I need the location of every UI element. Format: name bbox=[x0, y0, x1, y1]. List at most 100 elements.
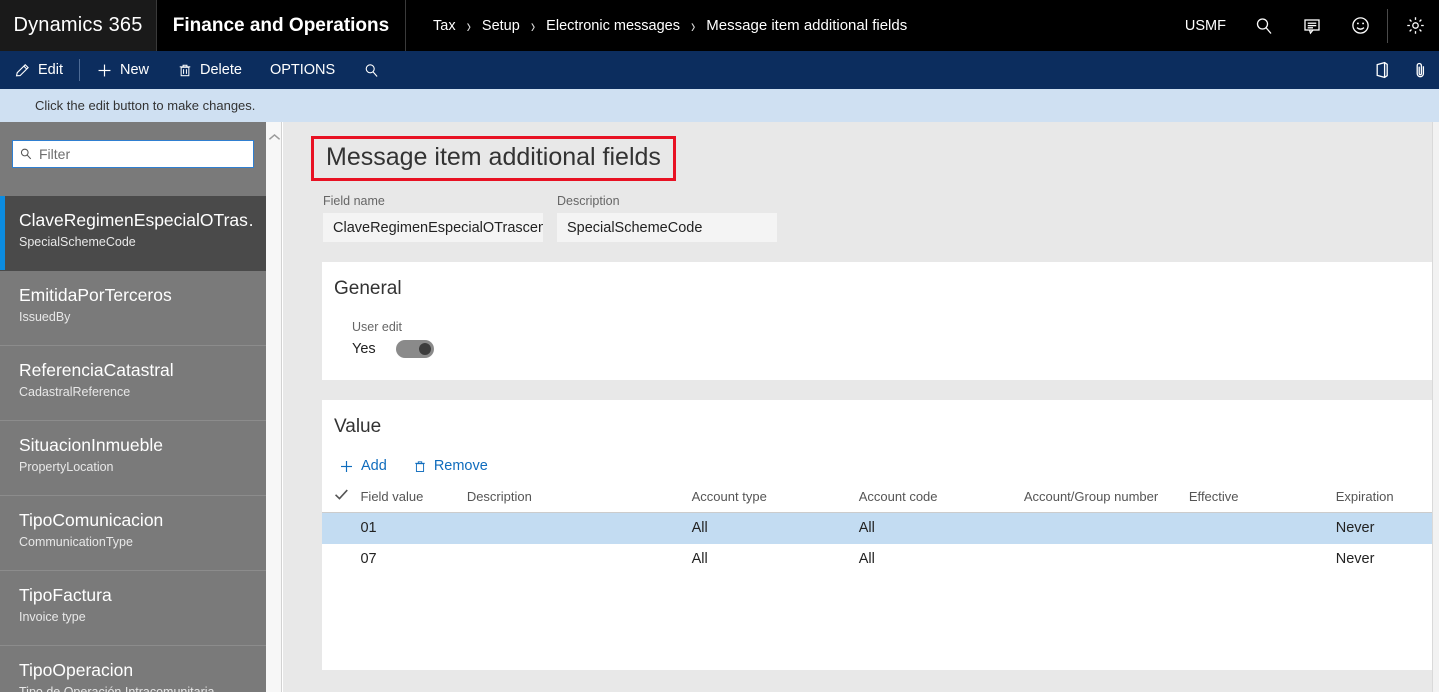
breadcrumb-item-setup[interactable]: Setup bbox=[482, 18, 520, 34]
module-name-button[interactable]: Finance and Operations bbox=[157, 0, 406, 51]
smiley-icon[interactable] bbox=[1336, 0, 1384, 51]
column-header-account-group-number[interactable]: Account/Group number bbox=[1023, 488, 1189, 513]
general-heading: General bbox=[334, 278, 402, 299]
toolbar-divider bbox=[79, 59, 80, 81]
message-bar: Click the edit button to make changes. bbox=[0, 89, 1439, 122]
cell-account-code[interactable]: All bbox=[859, 544, 1024, 575]
row-select-cell[interactable] bbox=[322, 512, 361, 544]
list-item-title: TipoFactura bbox=[19, 585, 112, 605]
toggle-knob bbox=[418, 343, 431, 355]
list-item[interactable]: TipoOperacion Tipo de Operación Intracom… bbox=[0, 646, 266, 692]
value-grid: Field value Description Account type Acc… bbox=[322, 488, 1432, 575]
cell-description[interactable] bbox=[466, 512, 692, 544]
table-row[interactable]: 01 All All Never bbox=[322, 512, 1432, 544]
cell-field-value[interactable]: 07 bbox=[360, 544, 466, 575]
field-name-label: Field name bbox=[323, 194, 385, 208]
add-button[interactable]: Add bbox=[339, 458, 387, 474]
delete-label: Delete bbox=[200, 62, 242, 78]
breadcrumb-item-current-page[interactable]: Message item additional fields bbox=[706, 17, 907, 34]
page-scrollbar[interactable] bbox=[1432, 122, 1439, 692]
search-icon bbox=[363, 62, 380, 79]
top-navigation-bar: Dynamics 365 Finance and Operations Tax … bbox=[0, 0, 1439, 51]
cell-expiration[interactable]: Never bbox=[1336, 544, 1432, 575]
settings-gear-icon[interactable] bbox=[1391, 0, 1439, 51]
list-item[interactable]: ClaveRegimenEspecialOTras… SpecialScheme… bbox=[0, 196, 266, 271]
cell-account-group-number[interactable] bbox=[1023, 512, 1189, 544]
list-item[interactable]: EmitidaPorTerceros IssuedBy bbox=[0, 271, 266, 346]
list-item-title: EmitidaPorTerceros bbox=[19, 285, 172, 305]
company-selector[interactable]: USMF bbox=[1185, 18, 1226, 34]
remove-label: Remove bbox=[433, 458, 488, 474]
row-select-cell[interactable] bbox=[322, 544, 360, 575]
plus-icon bbox=[96, 62, 113, 79]
general-panel: General User edit Yes bbox=[322, 262, 1432, 380]
new-button[interactable]: New bbox=[82, 51, 163, 89]
cell-field-value[interactable]: 01 bbox=[360, 512, 467, 544]
edit-button[interactable]: Edit bbox=[0, 51, 77, 89]
dynamics-365-brand[interactable]: Dynamics 365 bbox=[0, 0, 157, 51]
list-item[interactable]: ReferenciaCatastral CadastralReference bbox=[0, 346, 266, 421]
attachment-icon[interactable] bbox=[1401, 51, 1439, 89]
list-scrollbar[interactable] bbox=[266, 122, 282, 692]
list-item-subtitle: CommunicationType bbox=[19, 535, 133, 549]
list-item-subtitle: CadastralReference bbox=[19, 385, 131, 399]
grid-header-row: Field value Description Account type Acc… bbox=[322, 488, 1432, 513]
value-body: Add Remove Field value Description Accou… bbox=[322, 438, 1432, 575]
list-item-subtitle: Invoice type bbox=[19, 610, 86, 624]
new-label: New bbox=[120, 62, 150, 78]
options-button[interactable]: OPTIONS bbox=[256, 51, 349, 89]
message-bar-text: Click the edit button to make changes. bbox=[35, 98, 256, 113]
description-input[interactable]: SpecialSchemeCode bbox=[557, 213, 777, 242]
user-edit-row: Yes bbox=[352, 340, 1432, 358]
cell-effective[interactable] bbox=[1188, 512, 1336, 544]
toolbar-search-button[interactable] bbox=[349, 51, 394, 89]
filter-input[interactable] bbox=[39, 142, 247, 166]
column-header-expiration[interactable]: Expiration bbox=[1335, 488, 1432, 513]
office-app-icon[interactable] bbox=[1363, 51, 1401, 89]
search-icon[interactable] bbox=[1240, 0, 1288, 51]
list-item[interactable]: TipoComunicacion CommunicationType bbox=[0, 496, 266, 571]
remove-button[interactable]: Remove bbox=[413, 458, 488, 474]
checkmark-icon bbox=[334, 488, 349, 504]
description-group: Description SpecialSchemeCode bbox=[557, 194, 777, 242]
description-label: Description bbox=[557, 194, 620, 208]
user-edit-toggle[interactable] bbox=[395, 340, 434, 358]
select-all-header[interactable] bbox=[322, 488, 361, 513]
column-header-description[interactable]: Description bbox=[466, 488, 692, 513]
chevron-right-icon: › bbox=[690, 14, 696, 37]
list-item-subtitle: IssuedBy bbox=[19, 310, 71, 324]
page-title-container: Message item additional fields bbox=[283, 122, 1432, 181]
trash-icon bbox=[177, 62, 193, 79]
cell-account-group-number[interactable] bbox=[1024, 544, 1189, 575]
breadcrumb-item-tax[interactable]: Tax bbox=[433, 18, 456, 34]
brand-label: Dynamics 365 bbox=[13, 14, 143, 36]
field-name-input[interactable]: ClaveRegimenEspecialOTrascen… bbox=[323, 213, 543, 242]
column-header-account-type[interactable]: Account type bbox=[691, 488, 859, 513]
header-fields: Field name ClaveRegimenEspecialOTrascen…… bbox=[283, 181, 1432, 242]
feedback-icon[interactable] bbox=[1288, 0, 1336, 51]
chevron-up-icon[interactable] bbox=[266, 122, 282, 152]
column-header-account-code[interactable]: Account code bbox=[858, 488, 1024, 513]
value-heading: Value bbox=[334, 416, 382, 437]
filter-box[interactable] bbox=[12, 140, 254, 168]
cell-account-code[interactable]: All bbox=[858, 512, 1024, 544]
plus-icon bbox=[339, 459, 354, 474]
column-header-effective[interactable]: Effective bbox=[1188, 488, 1336, 513]
list-item[interactable]: TipoFactura Invoice type bbox=[0, 571, 266, 646]
delete-button[interactable]: Delete bbox=[163, 51, 256, 89]
cell-expiration[interactable]: Never bbox=[1335, 512, 1432, 544]
list-item[interactable]: SituacionInmueble PropertyLocation bbox=[0, 421, 266, 496]
cell-description[interactable] bbox=[467, 544, 692, 575]
user-edit-label: User edit bbox=[352, 320, 403, 334]
trash-icon bbox=[413, 459, 427, 474]
cell-account-type[interactable]: All bbox=[692, 544, 859, 575]
breadcrumb-item-electronic-messages[interactable]: Electronic messages bbox=[546, 18, 680, 34]
list-item-title: ClaveRegimenEspecialOTras… bbox=[19, 210, 252, 230]
column-header-field-value[interactable]: Field value bbox=[360, 488, 467, 513]
user-edit-value: Yes bbox=[352, 341, 376, 357]
cell-effective[interactable] bbox=[1189, 544, 1336, 575]
table-row[interactable]: 07 All All Never bbox=[322, 544, 1432, 575]
page-title: Message item additional fields bbox=[311, 136, 676, 181]
cell-account-type[interactable]: All bbox=[691, 512, 859, 544]
options-label: OPTIONS bbox=[269, 62, 336, 78]
